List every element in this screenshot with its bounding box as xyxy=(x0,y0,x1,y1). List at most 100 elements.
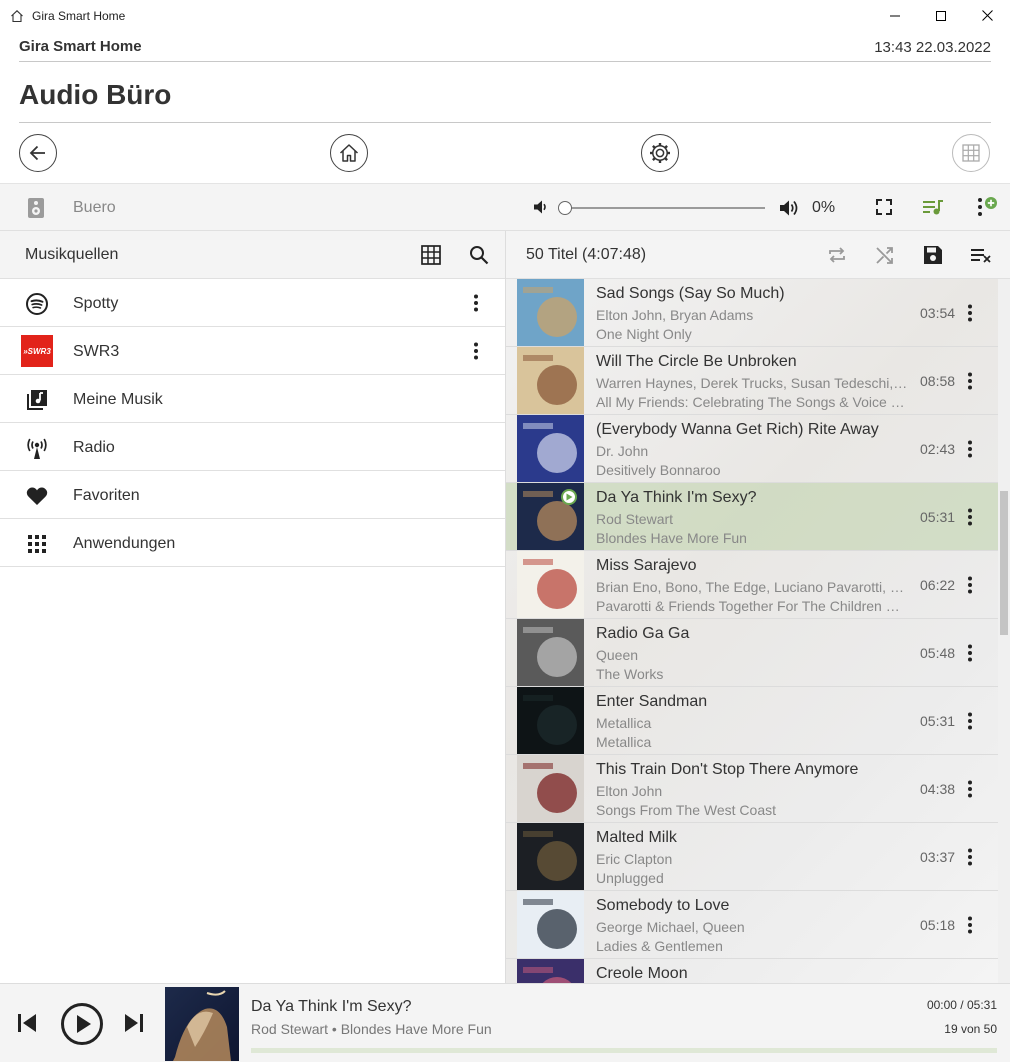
track-menu-button[interactable] xyxy=(962,846,978,868)
track-duration: 03:37 xyxy=(920,849,956,865)
track-row[interactable]: Will The Circle Be Unbroken Warren Haynes… xyxy=(506,347,998,415)
save-playlist-button[interactable] xyxy=(922,244,944,271)
track-menu-button[interactable] xyxy=(962,370,978,392)
close-button[interactable] xyxy=(964,0,1010,31)
track-list: Sad Songs (Say So Much) Elton John, Bryan… xyxy=(506,279,998,983)
home-button[interactable] xyxy=(330,134,368,172)
track-row[interactable]: Radio Ga Ga Queen The Works 05:48 xyxy=(506,619,998,687)
now-playing-subtitle: Rod Stewart • Blondes Have More Fun xyxy=(251,1021,492,1037)
track-duration: 05:18 xyxy=(920,917,956,933)
track-row[interactable]: Da Ya Think I'm Sexy? Rod Stewart Blondes … xyxy=(506,483,998,551)
track-menu-button[interactable] xyxy=(962,642,978,664)
more-vertical-icon xyxy=(968,780,972,798)
album-cover xyxy=(517,619,584,686)
album-cover xyxy=(517,347,584,414)
source-item-swr3[interactable]: »SWR3 SWR3 xyxy=(0,327,505,375)
more-vertical-icon xyxy=(968,916,972,934)
track-row[interactable]: Creole Moon xyxy=(506,959,998,983)
scrollbar-thumb[interactable] xyxy=(1000,491,1008,635)
track-artist: Elton John, Bryan Adams xyxy=(596,307,754,323)
repeat-button[interactable] xyxy=(826,244,848,271)
track-artist: Brian Eno, Bono, The Edge, Luciano Pavar… xyxy=(596,579,910,595)
radio-antenna-icon xyxy=(24,435,50,461)
music-sources-title: Musikquellen xyxy=(25,246,119,263)
source-item-anwendungen[interactable]: Anwendungen xyxy=(0,519,505,567)
back-button[interactable] xyxy=(19,134,57,172)
queue-scrollbar[interactable] xyxy=(998,279,1010,983)
volume-up-button[interactable] xyxy=(778,197,800,224)
volume-down-button[interactable] xyxy=(532,198,550,221)
grid-overview-button[interactable] xyxy=(952,134,990,172)
queue-position: 19 von 50 xyxy=(944,1022,997,1036)
music-sources-panel: Musikquellen Spotty »SWR3 SWR3 Meine Mus… xyxy=(0,231,506,983)
queue-summary: 50 Titel (4:07:48) xyxy=(526,246,647,263)
shuffle-button[interactable] xyxy=(874,244,896,271)
heart-icon xyxy=(24,483,50,509)
zone-name: Buero xyxy=(73,199,116,216)
queue-header: 50 Titel (4:07:48) xyxy=(506,231,1010,279)
page-title-row: Audio Büro xyxy=(19,62,991,123)
table-grid-icon xyxy=(962,144,980,162)
music-sources-header: Musikquellen xyxy=(0,231,505,279)
track-menu-button[interactable] xyxy=(962,302,978,324)
track-menu-button[interactable] xyxy=(962,438,978,460)
track-progress-bar[interactable] xyxy=(251,1048,997,1053)
maximize-button[interactable] xyxy=(918,0,964,31)
source-label: Meine Musik xyxy=(73,391,163,408)
next-track-button[interactable] xyxy=(123,1012,145,1039)
track-row[interactable]: Somebody to Love George Michael, Queen Lad… xyxy=(506,891,998,959)
previous-track-button[interactable] xyxy=(16,1012,38,1039)
track-row[interactable]: Enter Sandman Metallica Metallica 05:31 xyxy=(506,687,998,755)
track-menu-button[interactable] xyxy=(962,914,978,936)
window-title: Gira Smart Home xyxy=(32,8,126,23)
source-item-radio[interactable]: Radio xyxy=(0,423,505,471)
album-cover xyxy=(517,891,584,958)
now-playing-title: Da Ya Think I'm Sexy? xyxy=(251,998,412,1015)
track-duration: 04:38 xyxy=(920,781,956,797)
clear-queue-button[interactable] xyxy=(970,244,992,271)
home-outline-icon xyxy=(10,8,26,24)
volume-thumb[interactable] xyxy=(558,201,572,215)
source-menu-button[interactable] xyxy=(466,292,486,314)
grid-view-button[interactable] xyxy=(420,244,442,271)
swr3-logo-text: »SWR3 xyxy=(21,335,53,367)
track-menu-button[interactable] xyxy=(962,574,978,596)
track-duration: 06:22 xyxy=(920,577,956,593)
track-artist: Rod Stewart xyxy=(596,511,674,527)
track-title: (Everybody Wanna Get Rich) Rite Away xyxy=(596,421,879,438)
track-menu-button[interactable] xyxy=(962,778,978,800)
more-vertical-icon xyxy=(968,576,972,594)
source-item-meine-musik[interactable]: Meine Musik xyxy=(0,375,505,423)
search-icon xyxy=(470,246,489,265)
player-more-button[interactable] xyxy=(972,196,998,223)
volume-slider[interactable] xyxy=(558,201,765,215)
track-menu-button[interactable] xyxy=(962,506,978,528)
apps-grid-icon xyxy=(24,531,50,557)
minimize-button[interactable] xyxy=(872,0,918,31)
search-button[interactable] xyxy=(468,244,490,271)
track-row[interactable]: (Everybody Wanna Get Rich) Rite Away Dr. … xyxy=(506,415,998,483)
fullscreen-button[interactable] xyxy=(875,198,893,221)
source-item-spotty[interactable]: Spotty xyxy=(0,279,505,327)
queue-button[interactable] xyxy=(922,197,944,222)
track-row[interactable]: This Train Don't Stop There Anymore Elton… xyxy=(506,755,998,823)
source-item-favoriten[interactable]: Favoriten xyxy=(0,471,505,519)
track-menu-button[interactable] xyxy=(962,710,978,732)
clear-playlist-icon xyxy=(971,249,991,263)
settings-button[interactable] xyxy=(641,134,679,172)
datetime: 13:43 22.03.2022 xyxy=(874,39,991,56)
track-artist: Eric Clapton xyxy=(596,851,673,867)
track-album: Metallica xyxy=(596,734,652,750)
swr3-logo: »SWR3 xyxy=(21,335,53,367)
album-cover xyxy=(517,415,584,482)
track-duration: 05:31 xyxy=(920,713,956,729)
track-row[interactable]: Miss Sarajevo Brian Eno, Bono, The Edge, … xyxy=(506,551,998,619)
track-row[interactable]: Sad Songs (Say So Much) Elton John, Bryan… xyxy=(506,279,998,347)
track-artist: Elton John xyxy=(596,783,663,799)
source-menu-button[interactable] xyxy=(466,340,486,362)
track-title: Radio Ga Ga xyxy=(596,625,690,642)
track-title: Somebody to Love xyxy=(596,897,730,914)
play-button[interactable] xyxy=(60,1002,104,1051)
track-row[interactable]: Malted Milk Eric Clapton Unplugged 03:37 xyxy=(506,823,998,891)
more-vertical-icon xyxy=(968,440,972,458)
